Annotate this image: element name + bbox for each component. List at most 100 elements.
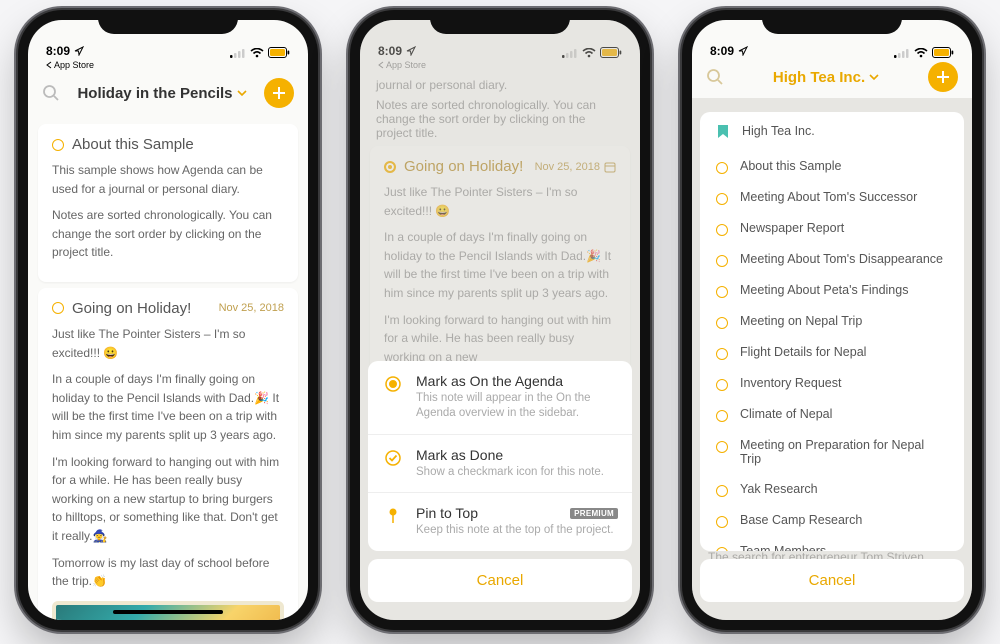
option-title: Pin to Top PREMIUM	[416, 505, 618, 521]
home-indicator[interactable]	[113, 610, 223, 614]
chevron-left-icon	[46, 61, 52, 69]
picker-note-label: Meeting on Nepal Trip	[740, 314, 862, 328]
phone-3: 8:09 High Tea Inc. About this Sample	[682, 10, 982, 630]
note-picker: High Tea Inc. About this SampleMeeting A…	[700, 112, 964, 602]
screen: 8:09 App Store journal or personal diary…	[360, 20, 640, 620]
note-paragraph: I'm looking forward to hanging out with …	[52, 453, 284, 546]
picker-note-label: Inventory Request	[740, 376, 841, 390]
picker-note-row[interactable]: Yak Research	[700, 474, 964, 505]
cellular-icon	[230, 48, 246, 58]
picker-note-label: Newspaper Report	[740, 221, 844, 235]
picker-note-row[interactable]: Meeting About Tom's Successor	[700, 182, 964, 213]
picker-note-label: Flight Details for Nepal	[740, 345, 866, 359]
note-bullet-icon	[716, 485, 728, 497]
cellular-icon	[894, 48, 910, 58]
note-list[interactable]: About this Sample This sample shows how …	[28, 118, 308, 620]
note-title: About this Sample	[72, 136, 284, 153]
note-date[interactable]: Nov 25, 2018	[219, 302, 284, 314]
project-title[interactable]: Holiday in the Pencils	[60, 85, 264, 102]
chevron-down-icon	[869, 73, 879, 81]
mark-on-agenda-option[interactable]: Mark as On the Agenda This note will app…	[368, 361, 632, 435]
picker-note-row[interactable]: Meeting on Nepal Trip	[700, 306, 964, 337]
note-bullet-icon	[716, 348, 728, 360]
project-title[interactable]: High Tea Inc.	[724, 69, 928, 86]
battery-icon	[932, 47, 954, 58]
notch	[762, 10, 902, 34]
note-paragraph: Just like The Pointer Sisters – I'm so e…	[52, 325, 284, 362]
note-bullet-icon	[716, 317, 728, 329]
note-bullet-icon	[716, 224, 728, 236]
picker-project-row[interactable]: High Tea Inc.	[700, 116, 964, 151]
picker-note-row[interactable]: Meeting About Tom's Disappearance	[700, 244, 964, 275]
picker-note-row[interactable]: About this Sample	[700, 151, 964, 182]
action-sheet: Mark as On the Agenda This note will app…	[368, 361, 632, 602]
note-card-about[interactable]: About this Sample This sample shows how …	[38, 124, 298, 282]
note-bullet-icon	[716, 193, 728, 205]
picker-note-row[interactable]: Meeting on Preparation for Nepal Trip	[700, 430, 964, 474]
status-icons	[894, 47, 954, 58]
notch	[98, 10, 238, 34]
picker-note-label: Meeting About Peta's Findings	[740, 283, 908, 297]
picker-note-label: Team Members	[740, 544, 826, 551]
picker-note-label: Meeting About Tom's Disappearance	[740, 252, 943, 266]
wifi-icon	[914, 48, 928, 58]
agenda-dot-icon	[384, 375, 402, 393]
option-subtitle: Keep this note at the top of the project…	[416, 523, 618, 539]
phone-2: 8:09 App Store journal or personal diary…	[350, 10, 650, 630]
search-icon[interactable]	[42, 84, 60, 102]
chevron-down-icon	[237, 89, 247, 97]
cancel-button[interactable]: Cancel	[368, 559, 632, 602]
picker-list[interactable]: High Tea Inc. About this SampleMeeting A…	[700, 112, 964, 551]
plus-icon	[936, 70, 950, 84]
picker-note-label: Base Camp Research	[740, 513, 862, 527]
premium-badge: PREMIUM	[570, 508, 618, 519]
picker-note-row[interactable]: Inventory Request	[700, 368, 964, 399]
header: Holiday in the Pencils	[28, 72, 308, 118]
phone-1: 8:09 App Store Holiday in the Pencils	[18, 10, 318, 630]
header: High Tea Inc.	[692, 60, 972, 102]
back-label: App Store	[54, 60, 94, 70]
screen: 8:09 High Tea Inc. About this Sample	[692, 20, 972, 620]
wifi-icon	[250, 48, 264, 58]
note-bullet-icon	[716, 547, 728, 551]
project-title-text: High Tea Inc.	[773, 69, 865, 86]
picker-note-row[interactable]: Meeting About Peta's Findings	[700, 275, 964, 306]
note-title: Going on Holiday!	[72, 300, 211, 317]
action-sheet-options: Mark as On the Agenda This note will app…	[368, 361, 632, 551]
note-bullet-icon	[716, 162, 728, 174]
location-icon	[738, 46, 748, 56]
option-subtitle: Show a checkmark icon for this note.	[416, 465, 618, 481]
picker-note-label: Yak Research	[740, 482, 818, 496]
add-note-button[interactable]	[264, 78, 294, 108]
option-title: Mark as Done	[416, 447, 618, 463]
mark-done-option[interactable]: Mark as Done Show a checkmark icon for t…	[368, 435, 632, 494]
picker-project-name: High Tea Inc.	[742, 124, 815, 138]
status-icons	[230, 47, 290, 58]
status-time: 8:09	[46, 44, 70, 58]
note-bullet-icon	[716, 516, 728, 528]
note-paragraph: This sample shows how Agenda can be used…	[52, 161, 284, 198]
note-bullet-icon	[716, 441, 728, 453]
picker-note-row[interactable]: Climate of Nepal	[700, 399, 964, 430]
note-bullet-icon	[52, 139, 64, 151]
search-icon[interactable]	[706, 68, 724, 86]
back-to-app-store[interactable]: App Store	[28, 60, 308, 72]
picker-note-row[interactable]: Base Camp Research	[700, 505, 964, 536]
note-paragraph: Notes are sorted chronologically. You ca…	[52, 206, 284, 262]
picker-note-row[interactable]: Team Members	[700, 536, 964, 551]
location-icon	[74, 46, 84, 56]
pin-top-option[interactable]: Pin to Top PREMIUM Keep this note at the…	[368, 493, 632, 551]
note-bullet-icon	[716, 255, 728, 267]
battery-icon	[268, 47, 290, 58]
note-bullet-icon	[716, 410, 728, 422]
note-bullet-icon	[52, 302, 64, 314]
note-card-holiday[interactable]: Going on Holiday! Nov 25, 2018 Just like…	[38, 288, 298, 620]
option-title: Mark as On the Agenda	[416, 373, 618, 389]
notch	[430, 10, 570, 34]
plus-icon	[272, 86, 286, 100]
picker-note-row[interactable]: Newspaper Report	[700, 213, 964, 244]
picker-note-row[interactable]: Flight Details for Nepal	[700, 337, 964, 368]
status-time: 8:09	[710, 44, 734, 58]
cancel-button[interactable]: Cancel	[700, 559, 964, 602]
add-note-button[interactable]	[928, 62, 958, 92]
